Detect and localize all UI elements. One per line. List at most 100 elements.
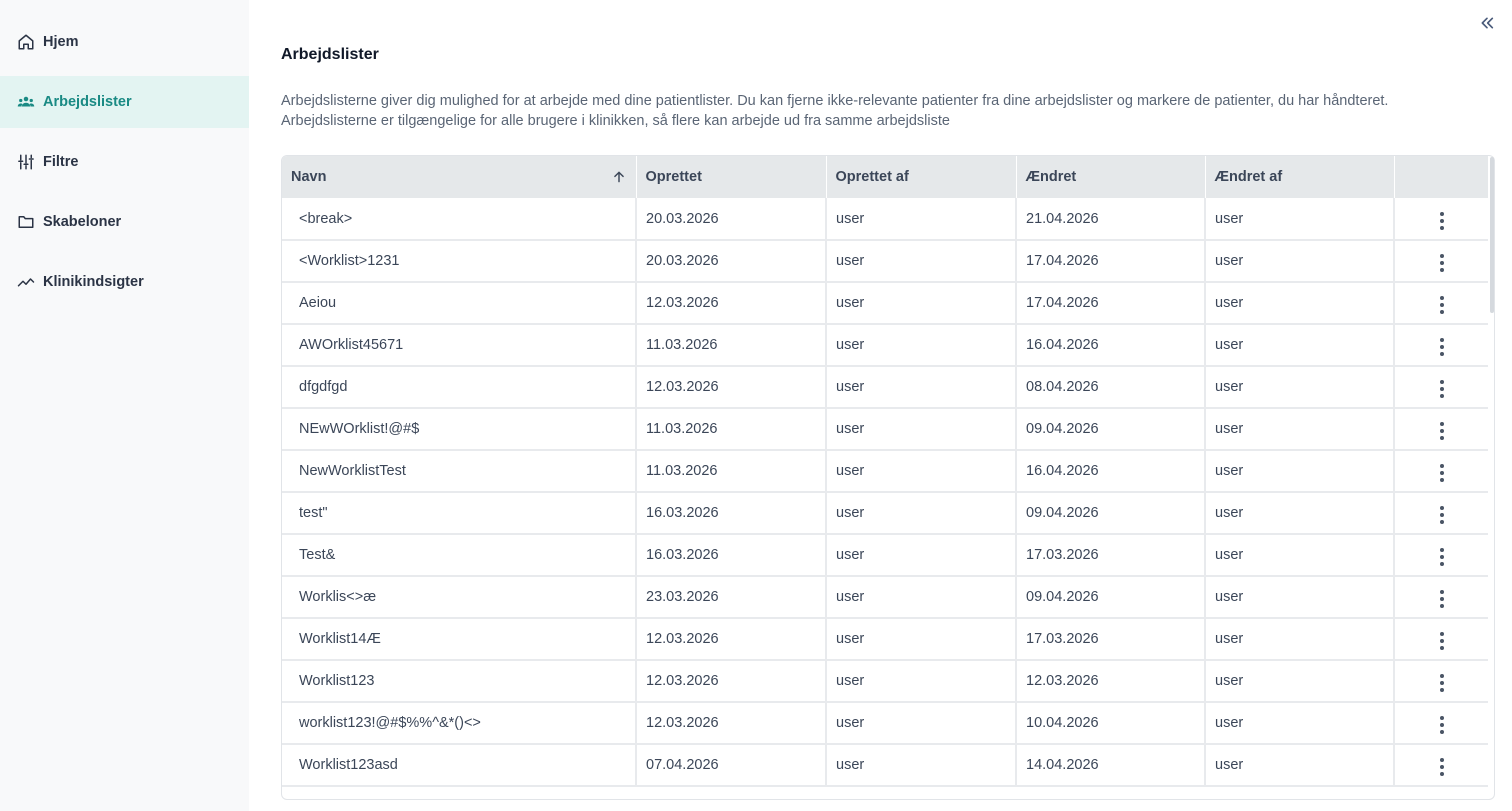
cell-oprettet-af: user xyxy=(826,702,1017,745)
column-header-actions xyxy=(1394,156,1488,198)
cell-actions xyxy=(1394,534,1488,577)
cell-navn: AWOrklist45671 xyxy=(282,324,637,367)
table-row[interactable]: test" 16.03.2026 user 09.04.2026 user xyxy=(282,492,1488,535)
cell-aendret: 14.04.2026 xyxy=(1016,744,1206,787)
sidebar-item-hjem[interactable]: Hjem xyxy=(0,16,249,68)
cell-oprettet-af: user xyxy=(826,408,1017,451)
cell-navn: Worklist123 xyxy=(282,660,637,703)
cell-oprettet: 20.03.2026 xyxy=(636,198,827,241)
more-options-icon[interactable] xyxy=(1434,460,1450,486)
table-row[interactable]: worklist123!@#$%%^&*()<> 12.03.2026 user 10… xyxy=(282,702,1488,745)
table-row[interactable]: Worklist14Æ 12.03.2026 user 17.03.2026 user xyxy=(282,618,1488,661)
cell-actions xyxy=(1394,660,1488,703)
cell-aendret-af: user xyxy=(1205,492,1395,535)
cell-actions xyxy=(1394,702,1488,745)
table-row[interactable]: Worklist123 12.03.2026 user 12.03.2026 user xyxy=(282,660,1488,703)
sidebar-item-label: Filtre xyxy=(43,154,79,170)
cell-actions xyxy=(1394,324,1488,367)
cell-oprettet: 12.03.2026 xyxy=(636,366,827,409)
cell-actions xyxy=(1394,408,1488,451)
cell-oprettet: 12.03.2026 xyxy=(636,618,827,661)
cell-oprettet-af: user xyxy=(826,324,1017,367)
cell-navn: <break> xyxy=(282,198,637,241)
more-options-icon[interactable] xyxy=(1434,544,1450,570)
trend-line-icon xyxy=(17,278,35,287)
cell-aendret-af: user xyxy=(1205,576,1395,619)
sort-ascending-icon[interactable] xyxy=(612,170,626,184)
cell-oprettet-af: user xyxy=(826,660,1017,703)
cell-oprettet-af: user xyxy=(826,198,1017,241)
double-chevron-left-icon xyxy=(1481,17,1494,29)
cell-oprettet-af: user xyxy=(826,282,1017,325)
cell-oprettet-af: user xyxy=(826,618,1017,661)
table-row[interactable]: <Worklist>1231 20.03.2026 user 17.04.2026 us… xyxy=(282,240,1488,283)
table-row[interactable]: NewWorklistTest 11.03.2026 user 16.04.2026 u… xyxy=(282,450,1488,493)
column-header-aendret[interactable]: Ændret xyxy=(1016,156,1206,198)
more-options-icon[interactable] xyxy=(1434,418,1450,444)
cell-actions xyxy=(1394,282,1488,325)
more-options-icon[interactable] xyxy=(1434,376,1450,402)
more-options-icon[interactable] xyxy=(1434,754,1450,780)
table-row[interactable]: Worklist123asd 07.04.2026 user 14.04.2026 us… xyxy=(282,744,1488,787)
column-header-oprettet-af[interactable]: Oprettet af xyxy=(826,156,1017,198)
cell-oprettet: 16.03.2026 xyxy=(636,534,827,577)
sidebar-item-klinikindsigter[interactable]: Klinikindsigter xyxy=(0,256,249,308)
users-icon xyxy=(17,96,35,107)
cell-oprettet-af: user xyxy=(826,534,1017,577)
more-options-icon[interactable] xyxy=(1434,586,1450,612)
table-row[interactable]: NEwWOrklist!@#$ 11.03.2026 user 09.04.2026 u… xyxy=(282,408,1488,451)
column-header-oprettet[interactable]: Oprettet xyxy=(636,156,827,198)
main-content: Arbejdslister Arbejdslisterne giver dig … xyxy=(249,0,1512,811)
cell-actions xyxy=(1394,198,1488,241)
sidebar-item-label: Klinikindsigter xyxy=(43,274,144,290)
cell-actions xyxy=(1394,618,1488,661)
cell-oprettet: 23.03.2026 xyxy=(636,576,827,619)
column-header-aendret-af[interactable]: Ændret af xyxy=(1205,156,1395,198)
cell-aendret-af: user xyxy=(1205,324,1395,367)
cell-navn: Worklist14Æ xyxy=(282,618,637,661)
more-options-icon[interactable] xyxy=(1434,628,1450,654)
table-row[interactable]: Aeiou 12.03.2026 user 17.04.2026 user xyxy=(282,282,1488,325)
table-scrollbar[interactable] xyxy=(1490,157,1494,313)
page-title: Arbejdslister xyxy=(281,46,379,63)
home-icon xyxy=(18,34,34,50)
table-row[interactable]: AWOrklist45671 11.03.2026 user 16.04.2026 us… xyxy=(282,324,1488,367)
cell-navn: test" xyxy=(282,492,637,535)
cell-oprettet: 07.04.2026 xyxy=(636,744,827,787)
cell-aendret-af: user xyxy=(1205,534,1395,577)
page-description: Arbejdslisterne giver dig mulighed for a… xyxy=(281,93,1389,129)
cell-navn: Worklis<>æ xyxy=(282,576,637,619)
cell-aendret: 09.04.2026 xyxy=(1016,576,1206,619)
cell-navn: Aeiou xyxy=(282,282,637,325)
more-options-icon[interactable] xyxy=(1434,334,1450,360)
cell-aendret: 16.04.2026 xyxy=(1016,324,1206,367)
cell-oprettet: 20.03.2026 xyxy=(636,240,827,283)
more-options-icon[interactable] xyxy=(1434,502,1450,528)
more-options-icon[interactable] xyxy=(1434,250,1450,276)
cell-aendret: 09.04.2026 xyxy=(1016,492,1206,535)
more-options-icon[interactable] xyxy=(1434,292,1450,318)
table-row[interactable]: Worklis<>æ 23.03.2026 user 09.04.2026 user xyxy=(282,576,1488,619)
more-options-icon[interactable] xyxy=(1434,712,1450,738)
cell-oprettet: 11.03.2026 xyxy=(636,324,827,367)
column-header-navn[interactable]: Navn xyxy=(282,156,637,198)
cell-aendret-af: user xyxy=(1205,450,1395,493)
cell-aendret-af: user xyxy=(1205,660,1395,703)
worklist-table: Navn Oprettet Oprettet af Ændret Ændret … xyxy=(281,155,1495,800)
sidebar-item-skabeloner[interactable]: Skabeloner xyxy=(0,196,249,248)
table-row[interactable]: Test& 16.03.2026 user 17.03.2026 user xyxy=(282,534,1488,577)
more-options-icon[interactable] xyxy=(1434,208,1450,234)
cell-navn: Worklist123asd xyxy=(282,744,637,787)
cell-aendret: 16.04.2026 xyxy=(1016,450,1206,493)
folder-icon xyxy=(18,216,34,228)
collapse-button[interactable] xyxy=(1476,12,1498,34)
sidebar-item-arbejdslister[interactable]: Arbejdslister xyxy=(0,76,249,128)
more-options-icon[interactable] xyxy=(1434,670,1450,696)
sidebar: Hjem Arbejdslister Filtre Skabeloner Kli… xyxy=(0,0,249,811)
sliders-icon xyxy=(18,154,34,170)
table-row[interactable]: dfgdfgd 12.03.2026 user 08.04.2026 user xyxy=(282,366,1488,409)
cell-oprettet-af: user xyxy=(826,240,1017,283)
cell-aendret: 17.04.2026 xyxy=(1016,240,1206,283)
table-row[interactable]: <break> 20.03.2026 user 21.04.2026 user xyxy=(282,198,1488,241)
sidebar-item-filtre[interactable]: Filtre xyxy=(0,136,249,188)
